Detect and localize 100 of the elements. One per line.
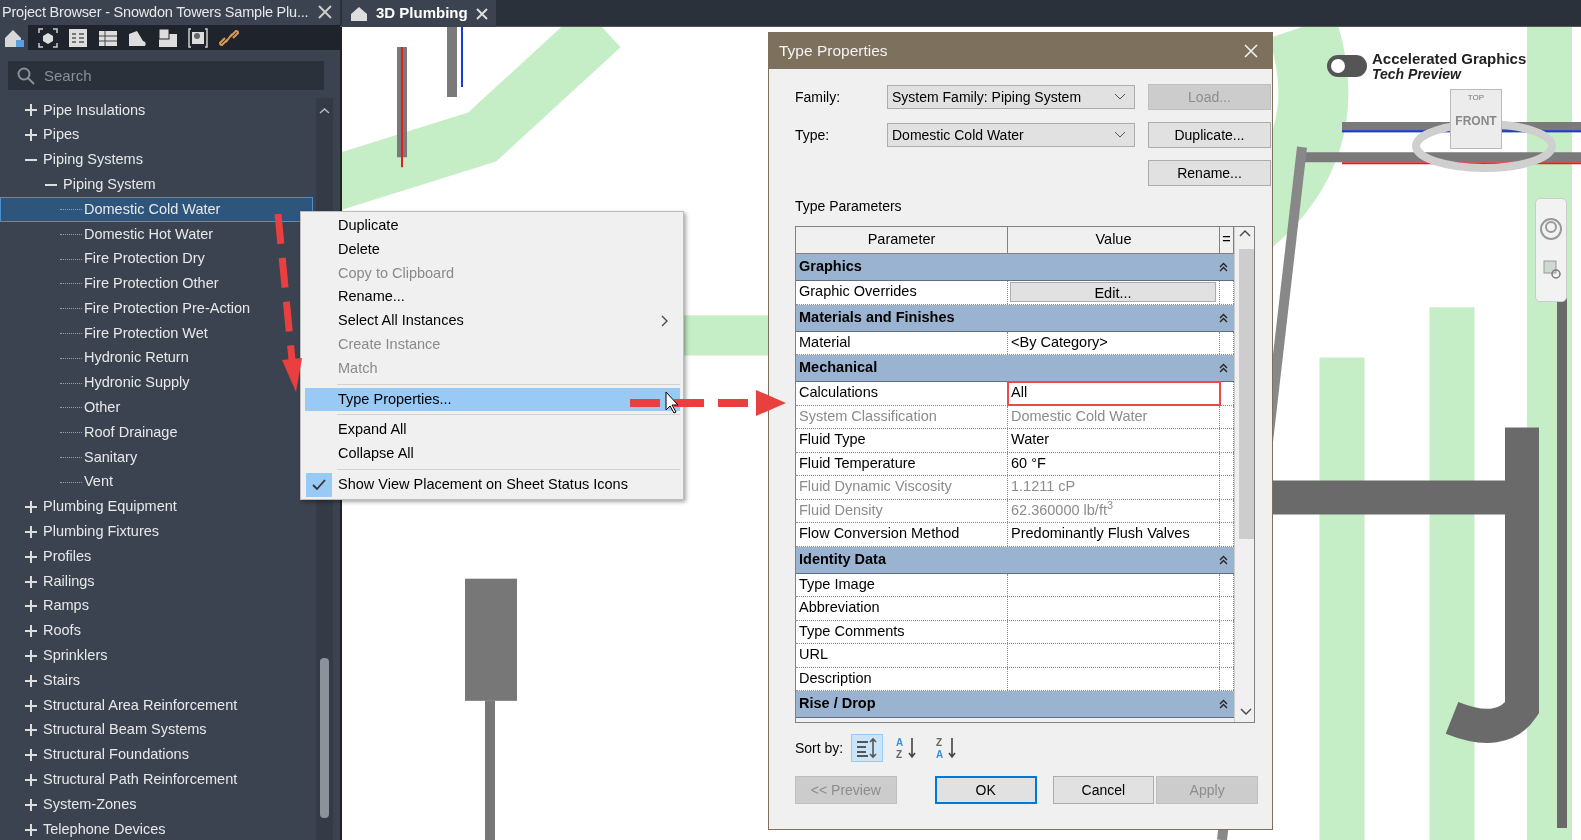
table-cell: System Classification	[796, 405, 1008, 428]
tree-item[interactable]: Railings	[0, 569, 313, 594]
button[interactable]: OK	[934, 776, 1037, 804]
plus-icon[interactable]	[23, 102, 39, 119]
button[interactable]: Edit...	[1010, 282, 1216, 303]
tree-item[interactable]: Structural Foundations	[0, 742, 313, 768]
plus-icon[interactable]	[23, 523, 39, 540]
plus-icon[interactable]	[23, 623, 39, 640]
close-icon[interactable]	[318, 5, 332, 19]
chevron-down-icon	[1114, 131, 1126, 139]
framed-image-icon[interactable]	[188, 27, 208, 48]
plus-icon[interactable]	[23, 697, 39, 714]
sort-button[interactable]	[851, 734, 884, 762]
table-cell: Fluid Density	[796, 499, 1008, 522]
tree-item[interactable]: Roofs	[0, 618, 313, 644]
group-header[interactable]: Materials and Finishes	[796, 304, 1234, 332]
collapse-icon[interactable]	[1219, 262, 1228, 272]
table-cell: Fluid Temperature	[796, 452, 1008, 475]
column-header[interactable]: Parameter	[796, 227, 1008, 253]
table-cell: Flow Conversion Method	[796, 523, 1008, 546]
table-cell[interactable]: Predominantly Flush Valves	[1008, 523, 1220, 546]
type-dropdown[interactable]: Domestic Cold Water	[887, 123, 1135, 147]
type-label: Type:	[795, 125, 831, 145]
close-icon[interactable]	[475, 7, 488, 20]
tree-item[interactable]: Domestic Cold Water	[0, 197, 313, 222]
plus-icon[interactable]	[23, 747, 39, 764]
link-icon[interactable]	[218, 27, 240, 48]
column-header[interactable]: Value	[1008, 227, 1220, 253]
house-icon	[350, 5, 368, 22]
plus-icon[interactable]	[23, 598, 39, 615]
plus-icon[interactable]	[23, 127, 39, 144]
tree-item[interactable]: Structural Path Reinforcement	[0, 767, 313, 793]
tree-item[interactable]: Plumbing Fixtures	[0, 519, 313, 545]
group-header[interactable]: Graphics	[796, 254, 1234, 281]
group-header[interactable]: Mechanical	[796, 355, 1234, 382]
table-cell: Fluid Dynamic Viscosity	[796, 476, 1008, 499]
table-cell[interactable]: Water	[1008, 429, 1220, 452]
tree-item[interactable]: Structural Area Reinforcement	[0, 693, 313, 718]
collapse-icon[interactable]	[1219, 312, 1228, 323]
collapse-icon[interactable]	[1219, 554, 1228, 565]
button[interactable]: Cancel	[1052, 776, 1155, 804]
table-cell[interactable]: All	[1008, 382, 1220, 405]
cube-icon[interactable]	[38, 27, 58, 48]
plus-icon[interactable]	[23, 796, 39, 813]
table-cell: Abbreviation	[796, 597, 1008, 620]
button[interactable]: Duplicate...	[1148, 122, 1271, 148]
group-header[interactable]: Rise / Drop	[796, 691, 1234, 718]
tree-item[interactable]: Stairs	[0, 668, 313, 694]
tree-item[interactable]: Ramps	[0, 593, 313, 619]
view-cube[interactable]: TOP FRONT	[1450, 89, 1502, 149]
house-icon[interactable]	[3, 27, 25, 48]
chevron-down-icon	[1114, 93, 1126, 101]
plus-icon[interactable]	[23, 821, 39, 838]
scrollbar[interactable]	[1234, 227, 1254, 722]
tree-item[interactable]: Structural Beam Systems	[0, 717, 313, 743]
table-cell[interactable]: 60 °F	[1008, 452, 1220, 475]
tree-item[interactable]: Piping Systems	[0, 147, 313, 173]
tree-item[interactable]: Profiles	[0, 544, 313, 570]
dialog-title: Type Properties	[779, 41, 888, 62]
button[interactable]: Rename...	[1148, 160, 1271, 186]
group-sort-icon	[855, 737, 880, 759]
collapse-icon[interactable]	[1219, 363, 1228, 373]
tree-item[interactable]: Pipe Insulations	[0, 98, 313, 123]
section-label: Type Parameters	[795, 197, 903, 216]
sort-label: Sort by:	[795, 738, 844, 758]
plus-icon[interactable]	[23, 647, 39, 664]
table-cell[interactable]: <By Category>	[1008, 331, 1220, 354]
group-header[interactable]: Identity Data	[796, 546, 1234, 574]
menu-item[interactable]: Type Properties...	[305, 387, 680, 412]
search-field[interactable]: Search	[8, 61, 324, 90]
cube-face-label: TOP	[1467, 92, 1485, 104]
table-cell: Type Comments	[796, 620, 1008, 643]
plus-icon[interactable]	[23, 672, 39, 689]
tree-item[interactable]: Piping System	[0, 172, 313, 198]
tree-item[interactable]: Sprinklers	[0, 643, 313, 669]
scrollbar-thumb[interactable]	[1239, 249, 1254, 539]
form-icon[interactable]	[68, 27, 88, 48]
table-cell: Graphic Overrides	[796, 281, 1008, 304]
family-dropdown[interactable]: System Family: Piping System	[887, 85, 1135, 109]
cursor-icon	[665, 391, 679, 414]
badge-subtitle: Tech Preview	[1372, 65, 1461, 84]
table-cell: Calculations	[796, 382, 1008, 405]
table-cell: URL	[796, 644, 1008, 667]
plus-icon[interactable]	[23, 573, 39, 590]
tree-item[interactable]: Plumbing Equipment	[0, 494, 313, 520]
menu-item[interactable]: Show View Placement on Sheet Status Icons	[305, 472, 680, 497]
tree-item[interactable]: System-Zones	[0, 792, 313, 818]
table-cell: Type Image	[796, 573, 1008, 596]
tree-item[interactable]: Pipes	[0, 122, 313, 148]
scrollbar-thumb[interactable]	[320, 658, 329, 818]
plus-icon[interactable]	[23, 771, 39, 788]
plus-icon[interactable]	[23, 499, 39, 516]
overlapping-squares-icon[interactable]	[158, 27, 178, 48]
tree-item[interactable]: Telephone Devices	[0, 817, 313, 840]
collapse-icon[interactable]	[1219, 699, 1228, 709]
family-label: Family:	[795, 87, 842, 107]
plus-icon[interactable]	[23, 722, 39, 739]
view-tab[interactable]: 3D Plumbing	[342, 0, 496, 27]
cube-face-label: FRONT	[1455, 113, 1497, 130]
plus-icon[interactable]	[23, 548, 39, 565]
